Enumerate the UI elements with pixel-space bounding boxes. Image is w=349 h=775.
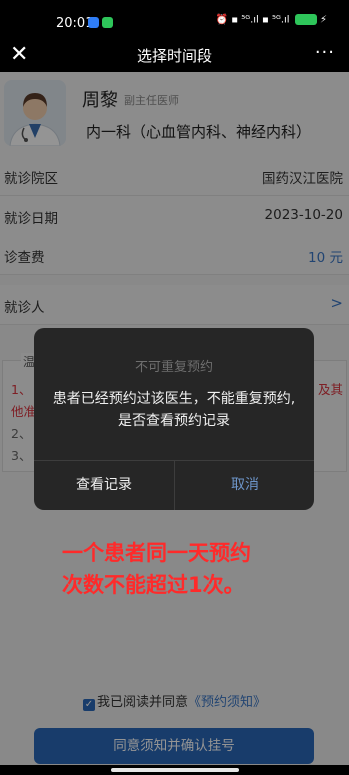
page-title: 选择时间段 xyxy=(136,47,212,65)
signal-icons: ⏰ ▪ ⁵ᴳ.ıl ▪ ⁵ᴳ.ıl xyxy=(215,14,290,26)
cancel-button[interactable]: 取消 xyxy=(175,461,314,510)
battery-icon xyxy=(294,14,317,25)
dialog-message: 患者已经预约过该医生，不能重复预约,是否查看预约记录 xyxy=(52,391,296,429)
annotation-text: 一个患者同一天预约 次数不能超过1次。 xyxy=(62,537,251,601)
view-records-button[interactable]: 查看记录 xyxy=(34,461,174,510)
status-bar: 20:01 ⏰ ▪ ⁵ᴳ.ıl ▪ ⁵ᴳ.ıl ⚡ xyxy=(0,0,349,40)
charging-icon: ⚡ xyxy=(319,14,327,26)
dialog-title: 不可重复预约 xyxy=(134,360,213,375)
duplicate-booking-dialog: 不可重复预约 患者已经预约过该医生，不能重复预约,是否查看预约记录 查看记录 取… xyxy=(34,328,314,510)
wechat-notification-icon xyxy=(102,17,113,28)
annotation-line-2: 次数不能超过1次。 xyxy=(62,573,245,597)
nav-bar: ✕ 选择时间段 ··· xyxy=(0,40,349,72)
status-indicators: ⏰ ▪ ⁵ᴳ.ıl ▪ ⁵ᴳ.ıl ⚡ xyxy=(216,14,327,26)
home-indicator[interactable] xyxy=(111,768,239,772)
more-options-icon[interactable]: ··· xyxy=(315,42,335,63)
home-bar xyxy=(0,765,349,775)
annotation-line-1: 一个患者同一天预约 xyxy=(62,541,251,565)
notification-app-icon xyxy=(88,17,99,28)
